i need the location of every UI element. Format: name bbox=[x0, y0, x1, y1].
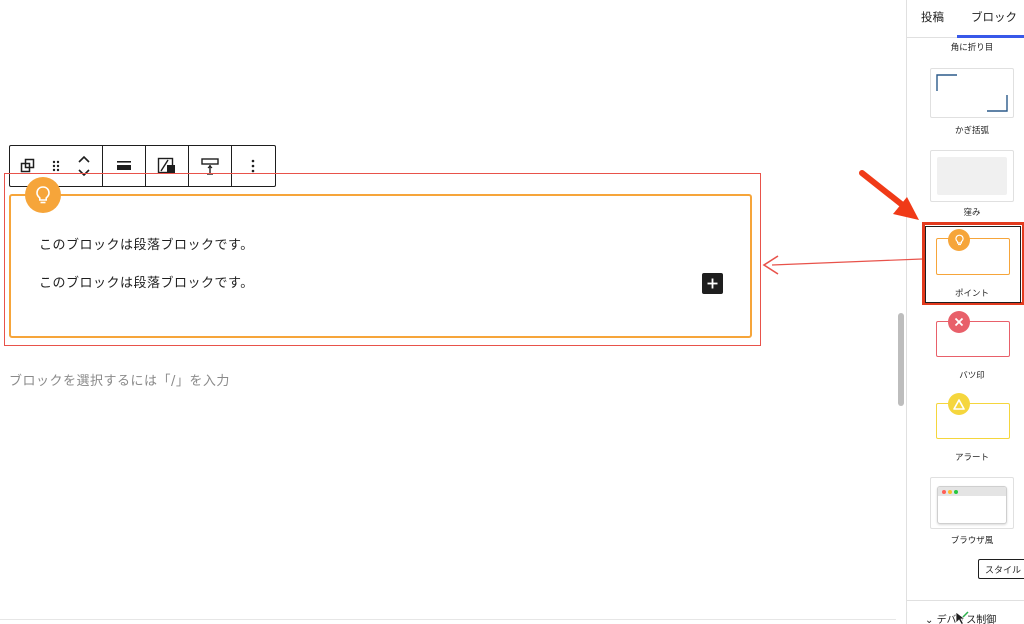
align-icon bbox=[117, 161, 131, 170]
editor-canvas: このブロックは段落ブロックです。 このブロックは段落ブロックです。 ブロックを選… bbox=[0, 0, 896, 624]
cross-preview-box bbox=[936, 321, 1010, 357]
style-option-brackets[interactable] bbox=[930, 68, 1014, 118]
browser-preview-titlebar bbox=[938, 487, 1006, 496]
tab-post[interactable]: 投稿 bbox=[921, 9, 944, 25]
brackets-preview-icon bbox=[936, 74, 1008, 112]
lightbulb-icon bbox=[36, 186, 50, 204]
style-label-browser: ブラウザ風 bbox=[950, 536, 994, 546]
duplicate-icon bbox=[20, 158, 35, 173]
settings-sidebar: 投稿 ブロック 角に折り目 かぎ括弧 窪み ポイント バツ印 アラート ブラウザ… bbox=[906, 0, 1024, 624]
style-option-cross[interactable] bbox=[930, 311, 1014, 363]
point-badge bbox=[25, 177, 61, 213]
inset-preview bbox=[937, 157, 1007, 195]
browser-preview-window bbox=[937, 486, 1007, 524]
sidebar-tabs: 投稿 ブロック bbox=[907, 0, 1024, 38]
canvas-scrollbar[interactable] bbox=[898, 313, 904, 406]
alert-preview-badge bbox=[948, 393, 970, 415]
more-options-icon bbox=[251, 159, 255, 173]
style-button[interactable]: スタイル bbox=[978, 559, 1024, 579]
style-label-point: ポイント bbox=[954, 289, 989, 299]
chevron-down-icon: ⌄ bbox=[925, 615, 937, 624]
add-block-button[interactable] bbox=[702, 273, 723, 294]
browser-dot-green bbox=[954, 489, 958, 494]
cross-preview-badge bbox=[948, 311, 970, 333]
active-tab-indicator bbox=[957, 35, 1024, 38]
point-preview-badge bbox=[948, 229, 970, 251]
style-option-inset[interactable] bbox=[930, 150, 1014, 202]
canvas-scrollbar-track bbox=[896, 0, 906, 624]
canvas-bottom-divider bbox=[0, 619, 896, 620]
warning-icon bbox=[953, 398, 965, 410]
paragraph-block[interactable]: このブロックは段落ブロックです。 bbox=[39, 234, 254, 253]
block-placeholder[interactable]: ブロックを選択するには「/」を入力 bbox=[9, 370, 230, 389]
style-label-brackets: かぎ括弧 bbox=[954, 126, 989, 136]
style-label-folded-corner: 角に折り目 bbox=[950, 43, 994, 53]
style-option-browser[interactable] bbox=[930, 477, 1014, 529]
sidebar-divider bbox=[907, 600, 1024, 601]
drag-handle-icon bbox=[52, 160, 60, 172]
alert-preview-box bbox=[936, 403, 1010, 439]
browser-dot-yellow bbox=[948, 489, 952, 494]
browser-dot-red bbox=[942, 489, 946, 494]
lightbulb-icon bbox=[954, 234, 964, 246]
close-icon bbox=[954, 317, 964, 327]
style-option-alert[interactable] bbox=[930, 393, 1014, 445]
point-preview-box bbox=[936, 238, 1010, 275]
style-label-cross: バツ印 bbox=[959, 371, 985, 381]
paragraph-block[interactable]: このブロックは段落ブロックです。 bbox=[39, 272, 254, 291]
mouse-cursor-icon bbox=[955, 611, 969, 624]
point-box-block[interactable] bbox=[9, 194, 752, 338]
plus-icon bbox=[707, 278, 718, 289]
style-label-inset: 窪み bbox=[963, 208, 981, 218]
tab-block[interactable]: ブロック bbox=[971, 9, 1017, 25]
style-label-alert: アラート bbox=[954, 453, 989, 463]
